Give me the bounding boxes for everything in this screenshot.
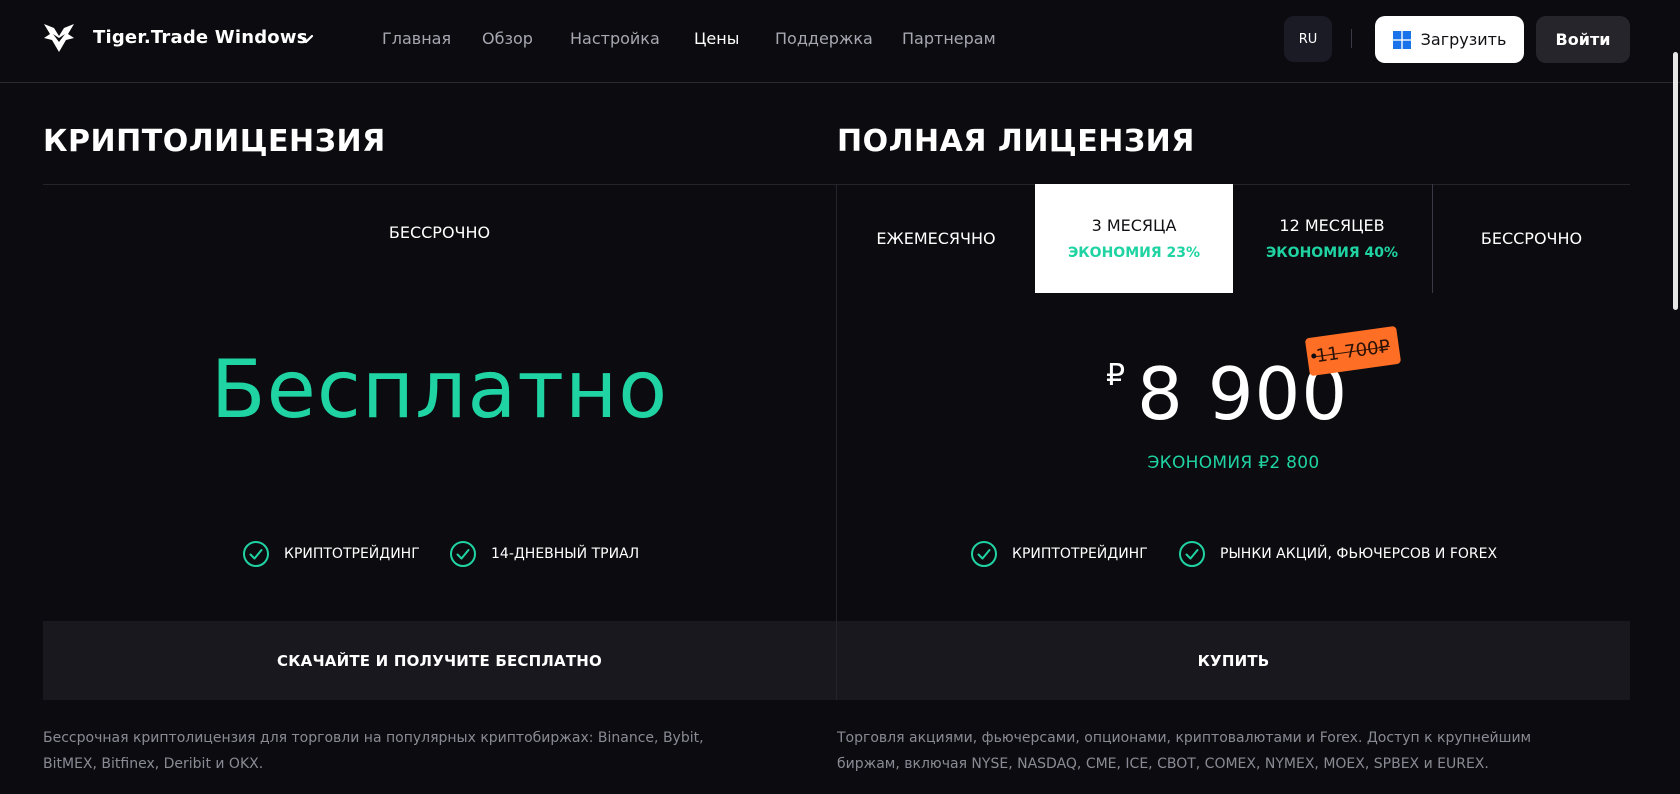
price-savings: ЭКОНОМИЯ ₽2 800 — [1147, 453, 1320, 473]
crypto-period-label: БЕССРОЧНО — [388, 223, 491, 242]
full-description: Торговля акциями, фьючерсами, опционами,… — [837, 725, 1630, 777]
crypto-price-free: Бесплатно — [210, 343, 669, 436]
buy-button[interactable]: КУПИТЬ — [837, 621, 1630, 700]
nav-link-prices[interactable]: Цены — [694, 29, 739, 48]
crypto-feature-item: КРИПТОТРЕЙДИНГ — [242, 540, 420, 568]
chevron-down-icon[interactable] — [296, 30, 316, 48]
nav-link-partners[interactable]: Партнерам — [902, 29, 996, 48]
page-scrollbar[interactable] — [1673, 52, 1678, 310]
tab-3-months[interactable]: 3 МЕСЯЦА ЭКОНОМИЯ 23% — [1035, 184, 1233, 293]
top-navbar: Tiger.Trade Windows Главная Обзор Настро… — [0, 0, 1680, 83]
nav-link-setup[interactable]: Настройка — [570, 29, 660, 48]
full-license-title: ПОЛНАЯ ЛИЦЕНЗИЯ — [837, 124, 1195, 159]
tab-12-months[interactable]: 12 МЕСЯЦЕВ ЭКОНОМИЯ 40% — [1233, 184, 1431, 293]
crypto-feature-item: 14-ДНЕВНЫЙ ТРИАЛ — [449, 540, 639, 568]
crypto-description-line: BitMEX, Bitfinex, Deribit и OKX. — [43, 756, 264, 772]
tab-label: 3 МЕСЯЦА — [1091, 216, 1177, 235]
tab-lifetime[interactable]: БЕССРОЧНО — [1433, 184, 1630, 293]
tab-label: БЕССРОЧНО — [1480, 229, 1583, 248]
windows-icon — [1392, 30, 1411, 49]
full-description-line: биржам, включая NYSE, NASDAQ, CME, ICE, … — [837, 756, 1489, 772]
full-feature-label: РЫНКИ АКЦИЙ, ФЬЮЧЕРСОВ И FOREX — [1220, 546, 1498, 562]
nav-divider — [1351, 29, 1352, 48]
check-circle-icon — [971, 541, 997, 567]
tab-savings: ЭКОНОМИЯ 40% — [1265, 245, 1399, 261]
full-feature-item: КРИПТОТРЕЙДИНГ — [970, 540, 1148, 568]
tab-label: 12 МЕСЯЦЕВ — [1279, 216, 1385, 235]
crypto-header-divider — [43, 184, 836, 185]
crypto-description-line: Бессрочная криптолицензия для торговли н… — [43, 730, 704, 746]
full-feature-label: КРИПТОТРЕЙДИНГ — [1012, 546, 1148, 562]
tab-monthly[interactable]: ЕЖЕМЕСЯЧНО — [837, 184, 1035, 293]
download-button[interactable]: Загрузить — [1375, 16, 1524, 63]
check-circle-icon — [450, 541, 476, 567]
full-description-line: Торговля акциями, фьючерсами, опционами,… — [837, 730, 1532, 746]
crypto-feature-label: КРИПТОТРЕЙДИНГ — [284, 546, 420, 562]
check-circle-icon — [1179, 541, 1205, 567]
nav-link-overview[interactable]: Обзор — [482, 29, 533, 48]
crypto-description: Бессрочная криптолицензия для торговли н… — [43, 725, 823, 777]
crypto-download-free-button[interactable]: СКАЧАЙТЕ И ПОЛУЧИТЕ БЕСПЛАТНО — [43, 621, 836, 700]
nav-link-home[interactable]: Главная — [382, 29, 451, 48]
download-label: Загрузить — [1420, 30, 1507, 49]
login-button[interactable]: Войти — [1536, 16, 1630, 63]
tab-label: ЕЖЕМЕСЯЧНО — [876, 229, 996, 248]
tab-savings: ЭКОНОМИЯ 23% — [1067, 245, 1201, 261]
check-circle-icon — [243, 541, 269, 567]
crypto-license-title: КРИПТОЛИЦЕНЗИЯ — [43, 124, 386, 159]
tiger-logo-icon[interactable] — [42, 22, 76, 54]
old-price-tag: 11 700₽ — [1304, 325, 1402, 377]
nav-link-support[interactable]: Поддержка — [775, 29, 873, 48]
brand-name[interactable]: Tiger.Trade Windows — [93, 27, 308, 48]
crypto-feature-label: 14-ДНЕВНЫЙ ТРИАЛ — [491, 546, 640, 562]
full-feature-item: РЫНКИ АКЦИЙ, ФЬЮЧЕРСОВ И FOREX — [1178, 540, 1497, 568]
price-currency: ₽ — [1106, 358, 1126, 393]
language-button[interactable]: RU — [1284, 16, 1332, 62]
